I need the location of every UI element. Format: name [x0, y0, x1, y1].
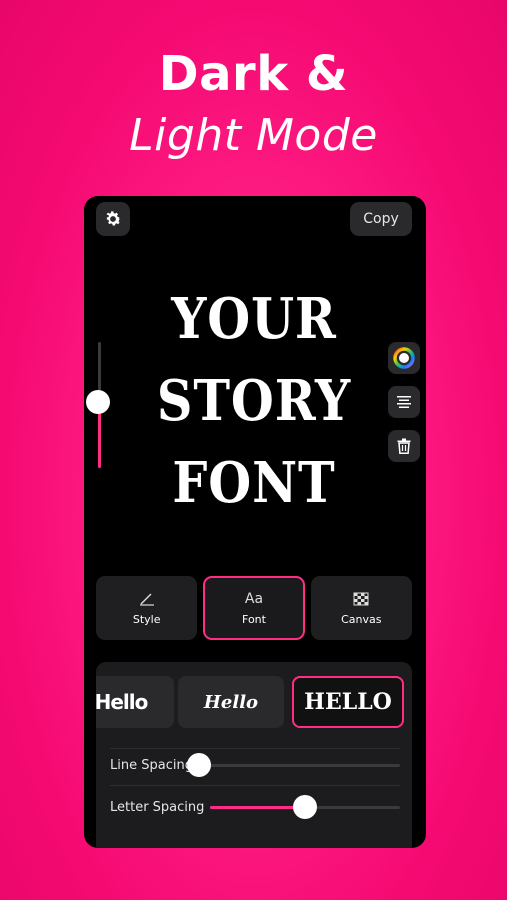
- story-text-preview[interactable]: YOUR STORY FONT: [148, 278, 359, 524]
- gear-icon: [106, 211, 121, 226]
- letter-spacing-label: Letter Spacing: [110, 799, 205, 815]
- line-spacing-row: Line Spacing: [110, 750, 400, 780]
- font-option[interactable]: Hello: [178, 676, 284, 728]
- pencil-icon: [139, 591, 155, 607]
- line-spacing-thumb[interactable]: [186, 752, 211, 777]
- letter-spacing-slider[interactable]: [210, 794, 400, 819]
- story-line: STORY: [156, 368, 352, 434]
- color-wheel-icon: [393, 347, 415, 369]
- headline-title: Dark &: [158, 46, 349, 102]
- letter-spacing-fill: [210, 805, 306, 809]
- delete-button[interactable]: [388, 430, 420, 462]
- story-line: YOUR: [171, 286, 337, 352]
- line-spacing-slider[interactable]: [186, 752, 400, 777]
- font-option-selected[interactable]: HELLO: [292, 676, 404, 728]
- align-icon: [397, 396, 411, 408]
- tab-font[interactable]: Aa Font: [203, 576, 305, 640]
- story-line: FONT: [172, 450, 336, 516]
- tab-label: Font: [242, 612, 266, 626]
- copy-button[interactable]: Copy: [350, 202, 412, 236]
- aa-icon: Aa: [244, 590, 264, 607]
- color-picker-button[interactable]: [388, 342, 420, 374]
- checker-icon: [353, 591, 369, 607]
- text-size-thumb[interactable]: [86, 390, 110, 415]
- trash-icon: [397, 438, 411, 454]
- letter-spacing-row: Letter Spacing: [110, 792, 400, 822]
- settings-button[interactable]: [96, 202, 130, 236]
- letter-spacing-thumb[interactable]: [293, 794, 318, 819]
- font-option[interactable]: Hello: [96, 676, 174, 728]
- tab-label: Style: [132, 612, 161, 626]
- headline-subtitle: Light Mode: [129, 110, 378, 161]
- font-picker[interactable]: Hello Hello HELLO: [96, 676, 412, 728]
- divider: [110, 748, 400, 749]
- align-button[interactable]: [388, 386, 420, 418]
- phone-screen: Copy YOUR STORY FONT Style Aa Font Canva…: [84, 196, 426, 848]
- divider: [110, 785, 400, 786]
- tab-label: Canvas: [341, 612, 382, 626]
- line-spacing-label: Line Spacing: [110, 757, 193, 773]
- tab-style[interactable]: Style: [96, 576, 198, 640]
- font-panel: Hello Hello HELLO Line Spacing Letter Sp…: [96, 662, 412, 848]
- tab-canvas[interactable]: Canvas: [310, 576, 412, 640]
- editor-tabs: Style Aa Font Canvas: [96, 576, 412, 640]
